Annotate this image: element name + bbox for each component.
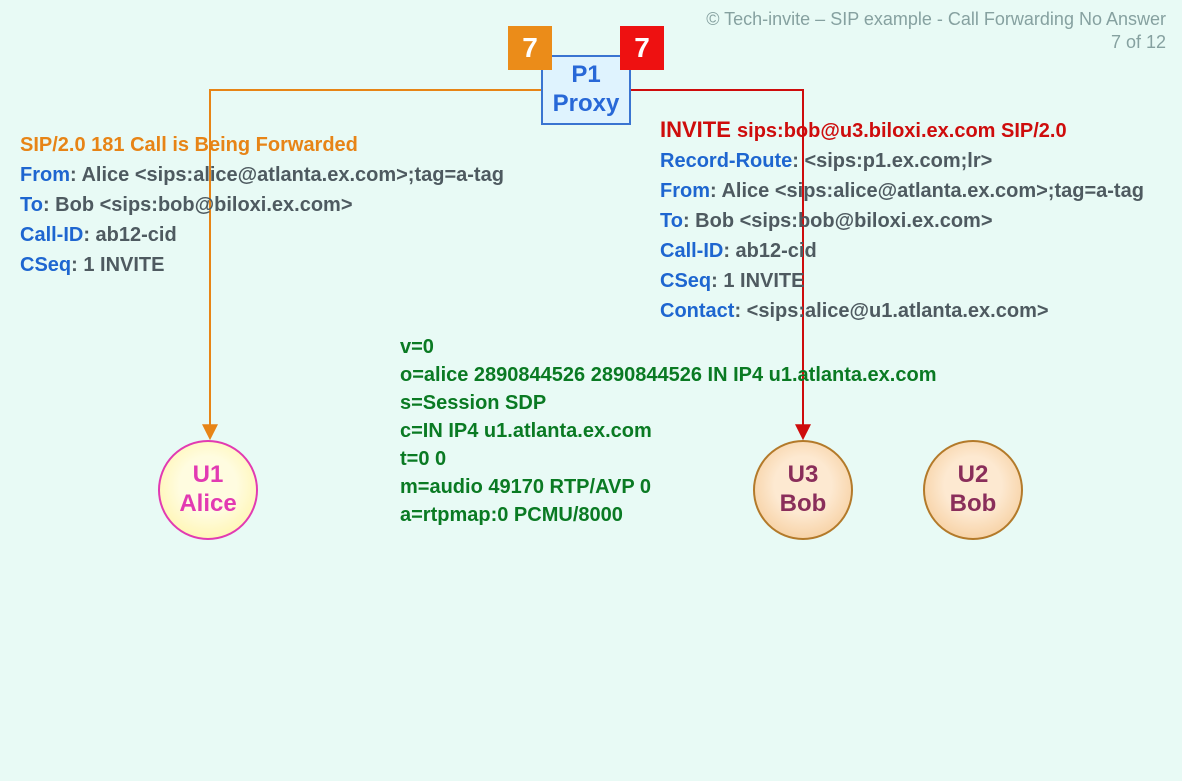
sdp-body: v=0 o=alice 2890844526 2890844526 IN IP4… bbox=[400, 333, 936, 529]
right-method: INVITE bbox=[660, 117, 737, 142]
right-cseq-key: CSeq bbox=[660, 270, 711, 292]
node-u2-bob: U2 Bob bbox=[923, 440, 1023, 540]
node-u2-line1: U2 bbox=[925, 461, 1021, 490]
left-title: SIP/2.0 181 Call is Being Forwarded bbox=[20, 130, 504, 160]
node-u3-line1: U3 bbox=[755, 461, 851, 490]
node-u3-bob: U3 Bob bbox=[753, 440, 853, 540]
sdp-l5: t=0 0 bbox=[400, 445, 936, 473]
step-badge-left: 7 bbox=[508, 26, 552, 70]
sdp-l2: o=alice 2890844526 2890844526 IN IP4 u1.… bbox=[400, 361, 936, 389]
left-to-val: : Bob <sips:bob@biloxi.ex.com> bbox=[43, 194, 353, 216]
sdp-l6: m=audio 49170 RTP/AVP 0 bbox=[400, 473, 936, 501]
header-copyright: © Tech-invite – SIP example - Call Forwa… bbox=[706, 8, 1166, 31]
node-u1-alice: U1 Alice bbox=[158, 440, 258, 540]
proxy-node: P1 Proxy bbox=[541, 55, 631, 125]
proxy-line1: P1 bbox=[543, 61, 629, 90]
node-alice-line2: Alice bbox=[160, 490, 256, 519]
node-alice-line1: U1 bbox=[160, 461, 256, 490]
right-from-val: : Alice <sips:alice@atlanta.ex.com>;tag=… bbox=[710, 180, 1144, 202]
proxy-line2: Proxy bbox=[543, 90, 629, 119]
right-callid-key: Call-ID bbox=[660, 240, 723, 262]
right-to-key: To bbox=[660, 210, 683, 232]
step-badge-right: 7 bbox=[620, 26, 664, 70]
right-cseq-val: : 1 INVITE bbox=[711, 270, 804, 292]
sdp-l4: c=IN IP4 u1.atlanta.ex.com bbox=[400, 417, 936, 445]
right-message-block: INVITE sips:bob@u3.biloxi.ex.com SIP/2.0… bbox=[660, 115, 1144, 326]
right-from-key: From bbox=[660, 180, 710, 202]
right-callid-val: : ab12-cid bbox=[723, 240, 816, 262]
left-callid-val: : ab12-cid bbox=[83, 224, 176, 246]
left-message-block: SIP/2.0 181 Call is Being Forwarded From… bbox=[20, 130, 504, 280]
node-u2-line2: Bob bbox=[925, 490, 1021, 519]
right-uri: sips:bob@u3.biloxi.ex.com SIP/2.0 bbox=[737, 120, 1067, 142]
left-callid-key: Call-ID bbox=[20, 224, 83, 246]
right-rr-key: Record-Route bbox=[660, 150, 792, 172]
left-cseq-val: : 1 INVITE bbox=[71, 254, 164, 276]
header-page-number: 7 of 12 bbox=[706, 31, 1166, 54]
left-to-key: To bbox=[20, 194, 43, 216]
right-contact-key: Contact bbox=[660, 300, 734, 322]
left-from-val: : Alice <sips:alice@atlanta.ex.com>;tag=… bbox=[70, 164, 504, 186]
right-rr-val: : <sips:p1.ex.com;lr> bbox=[792, 150, 992, 172]
node-u3-line2: Bob bbox=[755, 490, 851, 519]
sdp-l1: v=0 bbox=[400, 333, 936, 361]
right-contact-val: : <sips:alice@u1.atlanta.ex.com> bbox=[734, 300, 1048, 322]
left-cseq-key: CSeq bbox=[20, 254, 71, 276]
right-to-val: : Bob <sips:bob@biloxi.ex.com> bbox=[683, 210, 993, 232]
sdp-l3: s=Session SDP bbox=[400, 389, 936, 417]
sdp-l7: a=rtpmap:0 PCMU/8000 bbox=[400, 501, 936, 529]
left-from-key: From bbox=[20, 164, 70, 186]
header-right: © Tech-invite – SIP example - Call Forwa… bbox=[706, 8, 1166, 55]
